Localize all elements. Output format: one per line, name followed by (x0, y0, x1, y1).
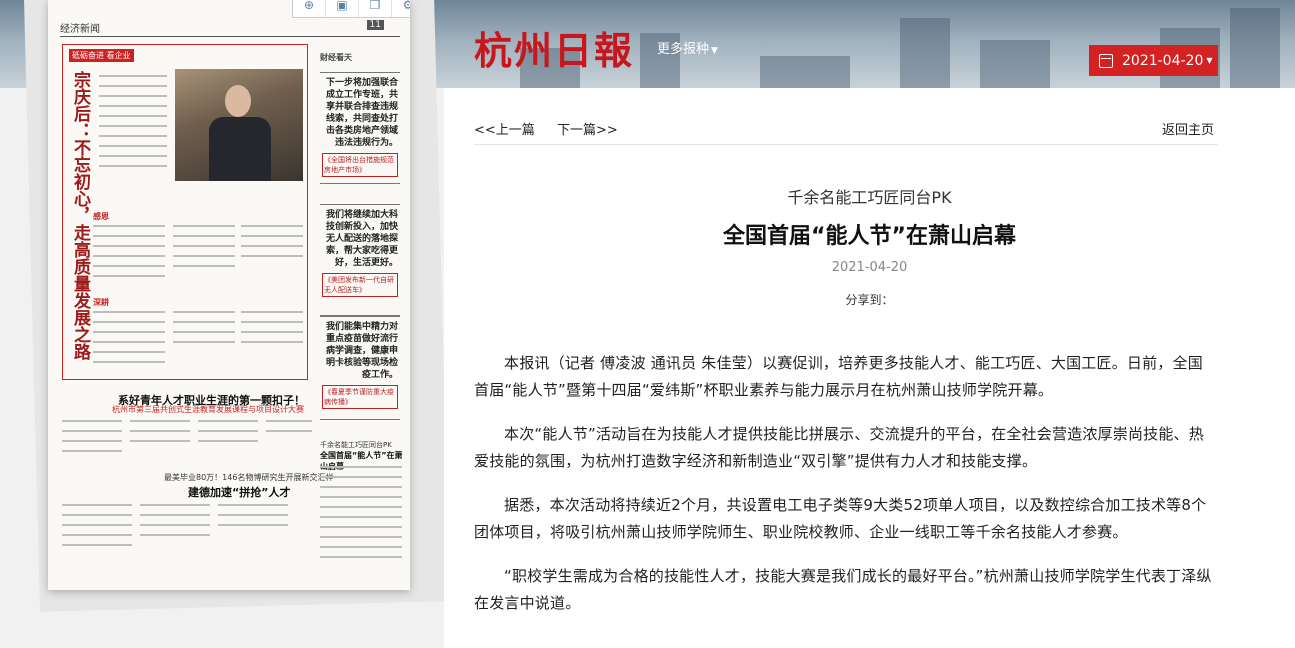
story-area-lead[interactable]: 砥砺奋进 看企业 宗庆后：不忘初心，走高质量发展之路 感恩 深耕 (62, 44, 308, 380)
column-tag: 财经看天 (320, 53, 352, 62)
portrait-photo (175, 69, 303, 181)
story-headline[interactable]: 全国首届“能人节”在萧山启幕 (320, 450, 410, 472)
paper-section-name: 经济新闻 (60, 24, 100, 35)
article-paragraph: 本报讯（记者 傅凌波 通讯员 朱佳莹）以赛促训，培养更多技能人才、能工巧匠、大国… (474, 354, 1203, 399)
site-logo[interactable]: 杭州日報 (474, 20, 634, 75)
story-kicker: 最美毕业80万！146名物博研究生开展新交汇样 (164, 473, 334, 482)
page-number-badge: 11 (366, 20, 384, 30)
story-subtitle: 杭州市第三届共创式生涯教育发展课程与项目设计大赛 (112, 405, 304, 414)
article-date: 2021-04-20 (831, 260, 908, 275)
newspaper-page[interactable]: 经济新闻 11 砥砺奋进 看企业 宗庆后：不忘初心，走高质量发展之路 感恩 深耕… (48, 0, 410, 590)
article-kicker: 千余名能工巧匠同台PK (787, 188, 952, 207)
more-papers-menu[interactable]: 更多报种 ▼ (657, 38, 718, 57)
promo-text: 我们能集中精力对重点疫苗做好流行病学调查，健康申明卡核验等现场检疫工作。 (325, 322, 398, 380)
promo-text: 我们将继续加大科技创新投入，加快无人配送的落地探索，帮大家吃得更好，生活更好。 (325, 210, 398, 268)
promo-link: 《全国将出台措施规范房地产市场》 (322, 153, 398, 177)
story-subhead: 深耕 (93, 298, 109, 307)
article-paragraph: 据悉，本次活动将持续近2个月，共设置电工电子类等9大类52项单人项目，以及数控综… (474, 496, 1207, 541)
promo-text: 下一步将加强联合成立工作专班，共享并联合排查违规线索，共同查处打击各类房地产领域… (325, 78, 398, 148)
calendar-icon (1099, 53, 1113, 68)
article-body: 本报讯（记者 傅凌波 通讯员 朱佳莹）以赛促训，培养更多技能人才、能工巧匠、大国… (474, 350, 1218, 634)
article-panel: <<上一篇 下一篇>> 返回主页 千余名能工巧匠同台PK 全国首届“能人节”在萧… (444, 88, 1295, 648)
article-paragraph: “职校学生需成为合格的技能性人才，技能大赛是我们成长的最好平台。”杭州萧山技师学… (474, 567, 1212, 612)
promo-box[interactable]: 我们将继续加大科技创新投入，加快无人配送的落地探索，帮大家吃得更好，生活更好。 … (320, 204, 400, 316)
date-picker-button[interactable]: 2021-04-20 ▼ (1089, 45, 1218, 76)
share-label: 分享到： (845, 293, 894, 307)
more-papers-label: 更多报种 (657, 42, 710, 57)
settings-icon[interactable]: ⚙ (392, 0, 410, 17)
promo-link: 《美团发布新一代自研无人配送车》 (322, 273, 398, 297)
page-toolbar: ⊕ ▣ ❐ ⚙ (292, 0, 410, 18)
story-kicker: 千余名能工巧匠同台PK (320, 441, 392, 449)
back-home-link[interactable]: 返回主页 (1162, 119, 1214, 138)
article-nav: <<上一篇 下一篇>> (474, 119, 618, 138)
right-column: 财经看天 下一步将加强联合成立工作专班，共享并联合排查违规线索，共同查处打击各类… (318, 44, 402, 424)
paper-header: 经济新闻 11 (60, 20, 400, 37)
article-paragraph: 本次“能人节”活动旨在为技能人才提供技能比拼展示、交流提升的平台，在全社会营造浓… (474, 425, 1204, 470)
promo-box[interactable]: 我们能集中精力对重点疫苗做好流行病学调查，健康申明卡核验等现场检疫工作。 《春夏… (320, 316, 400, 420)
story-tag: 砥砺奋进 看企业 (69, 49, 134, 62)
story-headline[interactable]: 建德加速“拼抢”人才 (188, 484, 290, 500)
promo-link: 《春夏季节谨防重大疫病传播》 (322, 385, 398, 409)
story-subhead: 感恩 (93, 212, 109, 221)
save-icon[interactable]: ▣ (326, 0, 359, 17)
next-article-link[interactable]: 下一篇>> (557, 123, 618, 138)
date-label: 2021-04-20 (1122, 52, 1204, 69)
promo-box[interactable]: 下一步将加强联合成立工作专班，共享并联合排查违规线索，共同查处打击各类房地产领域… (320, 72, 400, 184)
lead-headline: 宗庆后：不忘初心，走高质量发展之路 (70, 71, 90, 360)
prev-article-link[interactable]: <<上一篇 (474, 123, 535, 138)
zoom-icon[interactable]: ⊕ (293, 0, 326, 17)
caret-down-icon: ▼ (711, 46, 718, 56)
copy-icon[interactable]: ❐ (359, 0, 392, 17)
article-title: 全国首届“能人节”在萧山启幕 (723, 224, 1016, 249)
divider (474, 144, 1218, 145)
caret-down-icon: ▼ (1206, 56, 1213, 65)
